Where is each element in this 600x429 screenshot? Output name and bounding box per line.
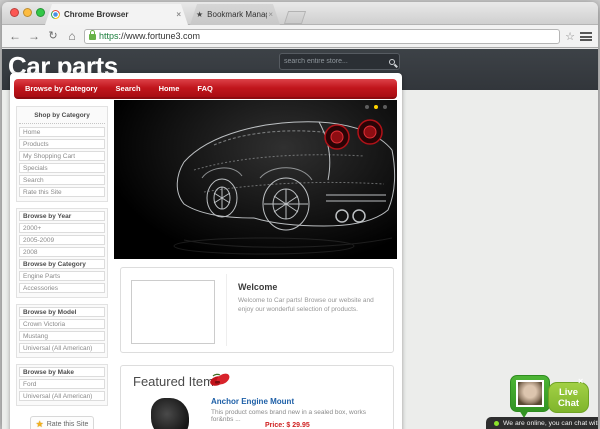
tab-close-icon[interactable]: ×: [267, 10, 274, 19]
content-card: Browse by Category Search Home FAQ Shop …: [10, 73, 402, 429]
featured-title: Featured Item: [133, 374, 214, 389]
product-description: This product comes brand new in a sealed…: [211, 409, 389, 423]
rating-star-icon: ★: [36, 420, 44, 429]
address-bar[interactable]: https://www.fortune3.com: [84, 29, 560, 44]
live-chat-label-line2: Chat: [549, 398, 588, 409]
nav-search[interactable]: Search: [116, 84, 141, 93]
rate-this-site-button[interactable]: ★ Rate this Site: [30, 416, 94, 429]
tab-strip: Chrome Browser × ★ Bookmark Manager ×: [45, 4, 304, 25]
bookmark-star-icon: ★: [196, 10, 203, 19]
sidebar-item-2000plus[interactable]: 2000+: [19, 223, 105, 233]
sidebar-item-engine-parts[interactable]: Engine Parts: [19, 271, 105, 281]
sidebar-item-mustang[interactable]: Mustang: [19, 331, 105, 341]
new-tab-button[interactable]: [284, 11, 306, 24]
search-icon[interactable]: [389, 59, 395, 65]
carousel-dot[interactable]: [365, 105, 369, 109]
product-name-link[interactable]: Anchor Engine Mount: [211, 397, 294, 406]
chat-status-text: We are online, you can chat with us.: [503, 420, 598, 427]
sidebar-item-universal-model[interactable]: Universal (All American): [19, 343, 105, 353]
zoom-window-button[interactable]: [36, 8, 45, 17]
product-price: Price: $ 29.95: [265, 422, 310, 429]
sidebar-item-specials[interactable]: Specials: [19, 163, 105, 173]
sidebar-item-rate[interactable]: Rate this Site: [19, 187, 105, 197]
carousel-dot-active[interactable]: [374, 105, 378, 109]
sidebar-item-cart[interactable]: My Shopping Cart: [19, 151, 105, 161]
divider: [226, 274, 227, 346]
nav-home[interactable]: Home: [159, 84, 180, 93]
carousel-dots: [365, 105, 387, 109]
url-text: https://www.fortune3.com: [99, 31, 200, 41]
sidebar-item-ford[interactable]: Ford: [19, 379, 105, 389]
sidebar-item-2008[interactable]: 2008: [19, 247, 105, 257]
tab-label: Chrome Browser: [64, 10, 175, 19]
tab-close-icon[interactable]: ×: [175, 10, 182, 19]
main-nav: Browse by Category Search Home FAQ: [14, 79, 397, 99]
rate-button-label: Rate this Site: [47, 421, 89, 428]
window-controls: [10, 8, 45, 17]
sidebar-item-2005-2009[interactable]: 2005-2009: [19, 235, 105, 245]
store-search-input[interactable]: [284, 58, 389, 65]
live-chat-label-line1: Live: [549, 387, 588, 398]
hamburger-menu-icon[interactable]: [580, 32, 592, 41]
sidebar-group-title: Shop by Category: [19, 109, 105, 124]
welcome-image-placeholder: [131, 280, 215, 344]
sidebar-item-crown-victoria[interactable]: Crown Victoria: [19, 319, 105, 329]
tab-chrome-browser[interactable]: Chrome Browser ×: [45, 4, 188, 25]
close-window-button[interactable]: [10, 8, 19, 17]
sidebar-item-products[interactable]: Products: [19, 139, 105, 149]
sidebar-header-browse-by-make: Browse by Make: [19, 367, 105, 377]
sidebar: Shop by Category Home Products My Shoppi…: [16, 106, 108, 429]
sidebar-header-browse-by-year: Browse by Year: [19, 211, 105, 221]
back-icon[interactable]: ←: [8, 30, 22, 42]
sidebar-item-home[interactable]: Home: [19, 127, 105, 137]
featured-item-panel: Featured Item Anchor Engine Mount This p…: [120, 365, 394, 429]
chat-agent-photo: [516, 380, 544, 407]
hot-item-icon: [209, 372, 231, 388]
home-icon[interactable]: ⌂: [65, 30, 79, 42]
sidebar-group-shop: Shop by Category Home Products My Shoppi…: [16, 106, 108, 202]
sidebar-item-search[interactable]: Search: [19, 175, 105, 185]
chat-close-icon[interactable]: ×: [578, 376, 583, 386]
main-content: Welcome Welcome to Car parts! Browse our…: [114, 100, 398, 429]
sidebar-header-browse-by-model: Browse by Model: [19, 307, 105, 317]
wireframe-car-image: [114, 100, 397, 259]
hero-carousel-banner: [114, 100, 397, 259]
sidebar-group-browse-make: Browse by Make Ford Universal (All Ameri…: [16, 364, 108, 406]
sidebar-item-universal-make[interactable]: Universal (All American): [19, 391, 105, 401]
browser-window: Chrome Browser × ★ Bookmark Manager × ← …: [2, 2, 598, 429]
reload-icon[interactable]: ↻: [46, 30, 60, 42]
chat-status-bar[interactable]: We are online, you can chat with us.: [486, 417, 598, 429]
nav-faq[interactable]: FAQ: [197, 84, 212, 93]
title-bar: Chrome Browser × ★ Bookmark Manager ×: [2, 2, 598, 25]
sidebar-group-browse-year-category: Browse by Year 2000+ 2005-2009 2008 Brow…: [16, 208, 108, 298]
live-chat-button[interactable]: Live Chat: [548, 382, 589, 413]
minimize-window-button[interactable]: [23, 8, 32, 17]
store-search-box[interactable]: [279, 53, 400, 70]
welcome-title: Welcome: [238, 282, 277, 292]
bookmark-star-outline-icon[interactable]: ☆: [565, 30, 575, 43]
product-thumbnail[interactable]: [151, 398, 189, 429]
browser-toolbar: ← → ↻ ⌂ https://www.fortune3.com ☆: [2, 25, 598, 48]
secure-lock-icon[interactable]: [89, 34, 96, 40]
welcome-text: Welcome to Car parts! Browse our website…: [238, 296, 388, 314]
sidebar-item-accessories[interactable]: Accessories: [19, 283, 105, 293]
sidebar-group-browse-model: Browse by Model Crown Victoria Mustang U…: [16, 304, 108, 358]
welcome-panel: Welcome Welcome to Car parts! Browse our…: [120, 267, 394, 353]
chat-agent-bubble[interactable]: [510, 375, 550, 412]
online-status-icon: [494, 421, 499, 426]
forward-icon[interactable]: →: [27, 30, 41, 42]
carousel-dot[interactable]: [383, 105, 387, 109]
sidebar-header-browse-by-category: Browse by Category: [19, 259, 105, 269]
tab-bookmark-manager[interactable]: ★ Bookmark Manager ×: [190, 4, 280, 25]
chrome-logo-icon: [51, 10, 60, 19]
tab-label: Bookmark Manager: [207, 10, 267, 19]
page-viewport: Car parts Browse by Category Search Home…: [2, 49, 598, 429]
nav-browse-by-category[interactable]: Browse by Category: [25, 84, 98, 93]
